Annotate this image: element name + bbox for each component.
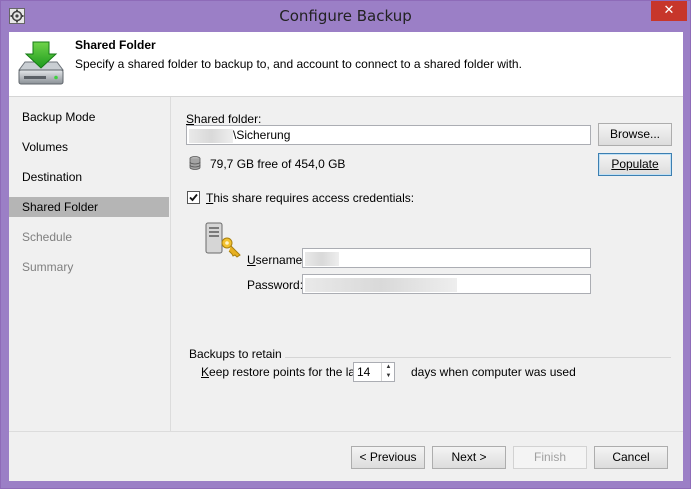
nav-item-volumes[interactable]: Volumes xyxy=(9,137,169,157)
nav-item-shared-folder[interactable]: Shared Folder xyxy=(9,197,169,217)
nav-item-destination[interactable]: Destination xyxy=(9,167,169,187)
server-key-icon xyxy=(203,219,243,259)
wizard-footer: < Previous Next > Finish Cancel xyxy=(9,432,683,481)
window-title: Configure Backup xyxy=(279,7,412,25)
finish-button: Finish xyxy=(513,446,587,469)
access-credentials-label[interactable]: This share requires access credentials: xyxy=(206,191,414,205)
next-button[interactable]: Next > xyxy=(432,446,506,469)
free-space-text: 79,7 GB free of 454,0 GB xyxy=(210,157,346,171)
retain-days-value[interactable]: 14 xyxy=(357,365,370,379)
nav-item-schedule: Schedule xyxy=(22,230,73,244)
wizard-steps-sidebar: Backup Mode Volumes Destination Shared F… xyxy=(9,97,171,431)
cancel-button[interactable]: Cancel xyxy=(594,446,668,469)
shared-folder-panel: Shared folder: \Sicherung Browse... 79,7… xyxy=(171,97,683,431)
shared-folder-path-input[interactable]: \Sicherung xyxy=(186,125,591,145)
retain-days-spinner[interactable]: 14 ▲ ▼ xyxy=(353,362,395,382)
dialog-client-area: Shared Folder Specify a shared folder to… xyxy=(9,32,683,481)
spinner-up-icon[interactable]: ▲ xyxy=(382,363,395,372)
backups-to-retain-group-title: Backups to retain xyxy=(189,347,282,361)
configure-backup-window: Configure Backup ✕ Shared Folder Specify… xyxy=(0,0,691,489)
previous-button[interactable]: < Previous xyxy=(351,446,425,469)
nav-item-summary: Summary xyxy=(22,260,74,274)
keep-restore-points-label: Keep restore points for the last xyxy=(201,365,365,379)
header-description: Specify a shared folder to backup to, an… xyxy=(75,57,522,71)
redacted-password xyxy=(305,277,457,292)
database-icon xyxy=(189,156,201,170)
redacted-server-name xyxy=(189,128,233,143)
group-separator-line xyxy=(285,357,671,358)
username-input[interactable] xyxy=(302,248,591,268)
days-suffix-label: days when computer was used xyxy=(411,365,576,379)
spinner-arrows[interactable]: ▲ ▼ xyxy=(381,363,395,381)
username-label: Username: xyxy=(247,253,306,267)
spinner-down-icon[interactable]: ▼ xyxy=(382,372,395,381)
redacted-username xyxy=(305,251,339,266)
checkmark-icon xyxy=(189,193,198,202)
populate-button[interactable]: Populate xyxy=(598,153,672,176)
backup-drive-icon xyxy=(15,40,67,90)
wizard-header: Shared Folder Specify a shared folder to… xyxy=(9,32,683,97)
access-credentials-checkbox[interactable] xyxy=(187,191,200,204)
close-button[interactable]: ✕ xyxy=(651,1,687,21)
password-input[interactable] xyxy=(302,274,591,294)
password-label: Password: xyxy=(247,278,304,292)
browse-button[interactable]: Browse... xyxy=(598,123,672,146)
close-icon: ✕ xyxy=(663,3,675,18)
header-title: Shared Folder xyxy=(75,38,156,52)
shared-folder-label: Shared folder: xyxy=(186,112,262,126)
nav-item-backup-mode[interactable]: Backup Mode xyxy=(9,107,169,127)
title-bar[interactable]: Configure Backup ✕ xyxy=(1,1,690,32)
